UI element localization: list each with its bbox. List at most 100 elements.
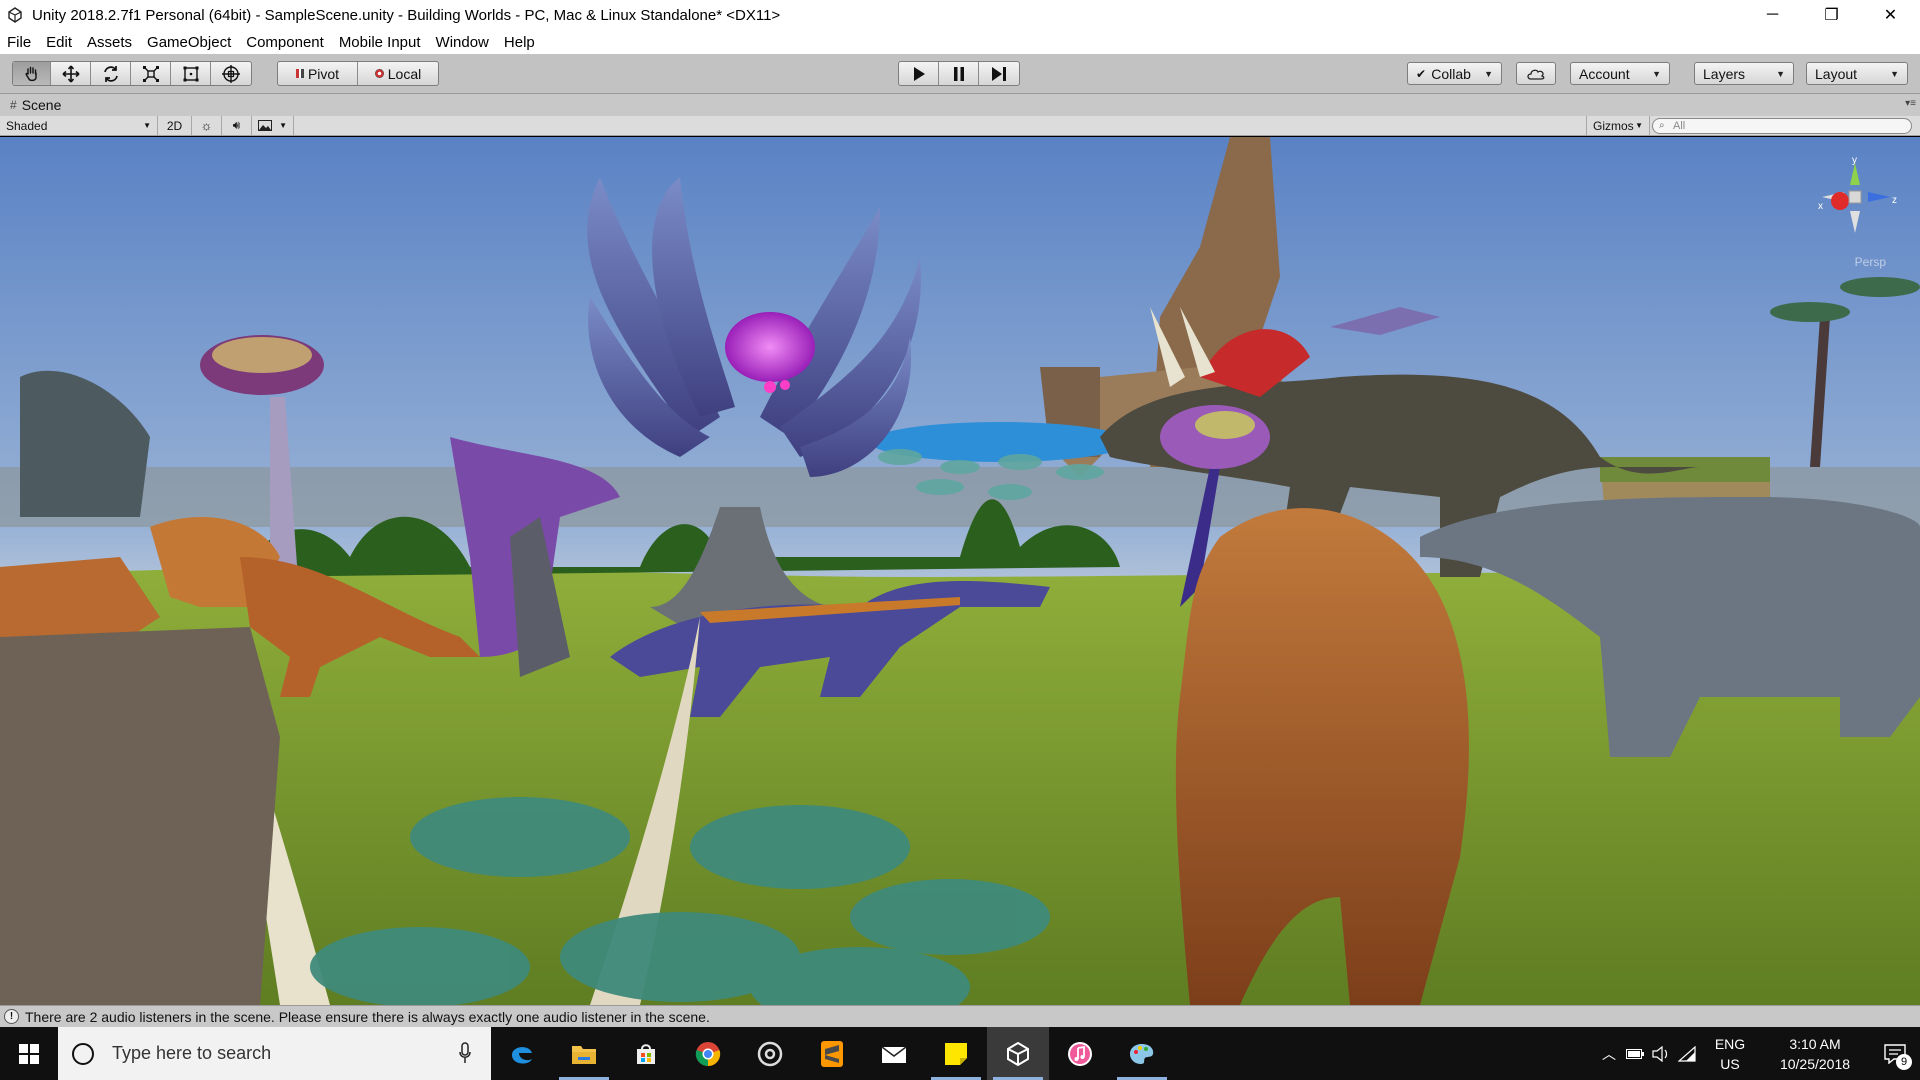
rotate-tool-button[interactable] bbox=[91, 62, 131, 85]
taskbar-mail[interactable] bbox=[863, 1027, 925, 1080]
menu-assets[interactable]: Assets bbox=[86, 34, 133, 51]
taskbar-search-box[interactable]: Type here to search bbox=[58, 1027, 491, 1080]
microphone-icon[interactable] bbox=[459, 1042, 471, 1064]
layers-label: Layers bbox=[1703, 65, 1746, 82]
scene-search-placeholder: All bbox=[1673, 120, 1686, 132]
step-button[interactable] bbox=[979, 62, 1019, 85]
rect-transform-icon bbox=[183, 66, 198, 81]
move-icon bbox=[61, 64, 80, 83]
gizmos-label: Gizmos bbox=[1593, 118, 1634, 133]
account-label: Account bbox=[1579, 65, 1630, 82]
tab-context-menu-icon[interactable]: ▾≡ bbox=[1905, 98, 1916, 109]
sticky-notes-icon bbox=[945, 1042, 967, 1065]
scene-viewport[interactable]: y x z Persp bbox=[0, 137, 1920, 1005]
menu-mobile-input[interactable]: Mobile Input bbox=[338, 34, 422, 51]
gizmo-x-label: x bbox=[1818, 201, 1823, 212]
play-icon bbox=[913, 66, 925, 81]
start-button[interactable] bbox=[0, 1027, 58, 1080]
battery-icon[interactable] bbox=[1622, 1027, 1648, 1080]
scale-tool-button[interactable] bbox=[131, 62, 171, 85]
taskbar-sticky-notes[interactable] bbox=[925, 1027, 987, 1080]
menu-gameobject[interactable]: GameObject bbox=[146, 34, 232, 51]
account-dropdown[interactable]: Account ▼ bbox=[1570, 62, 1670, 85]
menu-help[interactable]: Help bbox=[503, 34, 536, 51]
cortana-icon bbox=[72, 1042, 94, 1065]
restore-button[interactable]: ❐ bbox=[1802, 0, 1861, 30]
combined-transform-icon bbox=[222, 64, 240, 83]
sun-icon: ☼ bbox=[200, 118, 213, 133]
keyboard-region: US bbox=[1720, 1055, 1740, 1072]
pause-icon bbox=[953, 66, 964, 81]
minimize-button[interactable]: ─ bbox=[1743, 0, 1802, 30]
clock[interactable]: 3:10 AM 10/25/2018 bbox=[1760, 1034, 1870, 1074]
scene-tab-label: Scene bbox=[21, 97, 62, 113]
chevron-down-icon: ▼ bbox=[1635, 121, 1643, 130]
menu-edit[interactable]: Edit bbox=[45, 34, 73, 51]
scale-icon bbox=[142, 65, 159, 82]
draw-mode-dropdown[interactable]: Shaded ▼ bbox=[0, 116, 158, 135]
taskbar-edge[interactable] bbox=[491, 1027, 553, 1080]
taskbar-paint[interactable] bbox=[1111, 1027, 1173, 1080]
menu-component[interactable]: Component bbox=[245, 34, 325, 51]
menu-file[interactable]: File bbox=[6, 34, 32, 51]
taskbar-sublime[interactable] bbox=[801, 1027, 863, 1080]
search-icon: ⌕ bbox=[1659, 120, 1665, 131]
window-controls: ─ ❐ ✕ bbox=[1743, 0, 1920, 30]
scene-effects-dropdown[interactable]: ▼ bbox=[252, 116, 294, 135]
taskbar-chrome[interactable] bbox=[677, 1027, 739, 1080]
taskbar-file-explorer[interactable] bbox=[553, 1027, 615, 1080]
playback-controls bbox=[898, 61, 1020, 86]
close-button[interactable]: ✕ bbox=[1861, 0, 1920, 30]
cloud-icon bbox=[1527, 69, 1545, 80]
scene-audio-toggle[interactable]: 🔊︎ bbox=[222, 116, 252, 135]
taskbar-media[interactable] bbox=[739, 1027, 801, 1080]
local-toggle-button[interactable]: Local bbox=[358, 62, 438, 85]
scene-lighting-toggle[interactable]: ☼ bbox=[192, 116, 222, 135]
transform-tool-button[interactable] bbox=[211, 62, 251, 85]
scene-render bbox=[0, 137, 1920, 1005]
cloud-button[interactable] bbox=[1516, 62, 1556, 85]
hand-tool-button[interactable] bbox=[13, 62, 51, 85]
rect-tool-button[interactable] bbox=[171, 62, 211, 85]
chrome-icon bbox=[695, 1041, 721, 1066]
layout-dropdown[interactable]: Layout ▼ bbox=[1806, 62, 1908, 85]
language-indicator[interactable]: ENG US bbox=[1700, 1034, 1760, 1074]
title-bar: Unity 2018.2.7f1 Personal (64bit) - Samp… bbox=[0, 0, 1920, 30]
layers-dropdown[interactable]: Layers ▼ bbox=[1694, 62, 1794, 85]
action-center-button[interactable]: 9 bbox=[1870, 1027, 1920, 1080]
transform-tools bbox=[12, 61, 252, 86]
scene-search-input[interactable]: ⌕ All bbox=[1652, 118, 1912, 134]
collab-dropdown[interactable]: ✔ Collab ▼ bbox=[1407, 62, 1502, 85]
taskbar-unity[interactable] bbox=[987, 1027, 1049, 1080]
image-icon bbox=[258, 120, 272, 131]
toggle-2d-button[interactable]: 2D bbox=[158, 116, 192, 135]
scene-grid-icon: # bbox=[10, 98, 17, 112]
wifi-icon[interactable] bbox=[1674, 1027, 1700, 1080]
system-tray: ︿ ENG US 3:10 AM 10/25/2018 9 bbox=[1596, 1027, 1920, 1080]
draw-mode-label: Shaded bbox=[6, 118, 48, 133]
move-tool-button[interactable] bbox=[51, 62, 91, 85]
tab-scene[interactable]: # Scene bbox=[0, 94, 71, 116]
taskbar-itunes[interactable] bbox=[1049, 1027, 1111, 1080]
console-status-bar[interactable]: ! There are 2 audio listeners in the sce… bbox=[0, 1005, 1920, 1027]
taskbar-store[interactable] bbox=[615, 1027, 677, 1080]
pause-button[interactable] bbox=[939, 62, 979, 85]
local-icon bbox=[374, 69, 384, 78]
info-icon: ! bbox=[4, 1009, 19, 1024]
chevron-up-icon[interactable]: ︿ bbox=[1596, 1027, 1622, 1080]
volume-icon[interactable] bbox=[1648, 1027, 1674, 1080]
hand-icon bbox=[24, 66, 37, 81]
clock-date: 10/25/2018 bbox=[1779, 1055, 1851, 1072]
rotate-icon bbox=[103, 65, 118, 82]
toggle-2d-label: 2D bbox=[166, 118, 183, 133]
pivot-toggle-button[interactable]: Pivot bbox=[278, 62, 358, 85]
gizmos-dropdown[interactable]: Gizmos ▼ bbox=[1586, 116, 1650, 135]
projection-label[interactable]: Persp bbox=[1855, 255, 1886, 269]
menu-window[interactable]: Window bbox=[435, 34, 490, 51]
notification-count-badge: 9 bbox=[1896, 1054, 1912, 1070]
collab-label: Collab bbox=[1431, 65, 1471, 82]
unity-logo-icon bbox=[4, 4, 26, 26]
pivot-icon bbox=[295, 69, 304, 78]
play-button[interactable] bbox=[899, 62, 939, 85]
scene-view-controls: Shaded ▼ 2D ☼ 🔊︎ ▼ Gizmos ▼ ⌕ All bbox=[0, 116, 1920, 136]
